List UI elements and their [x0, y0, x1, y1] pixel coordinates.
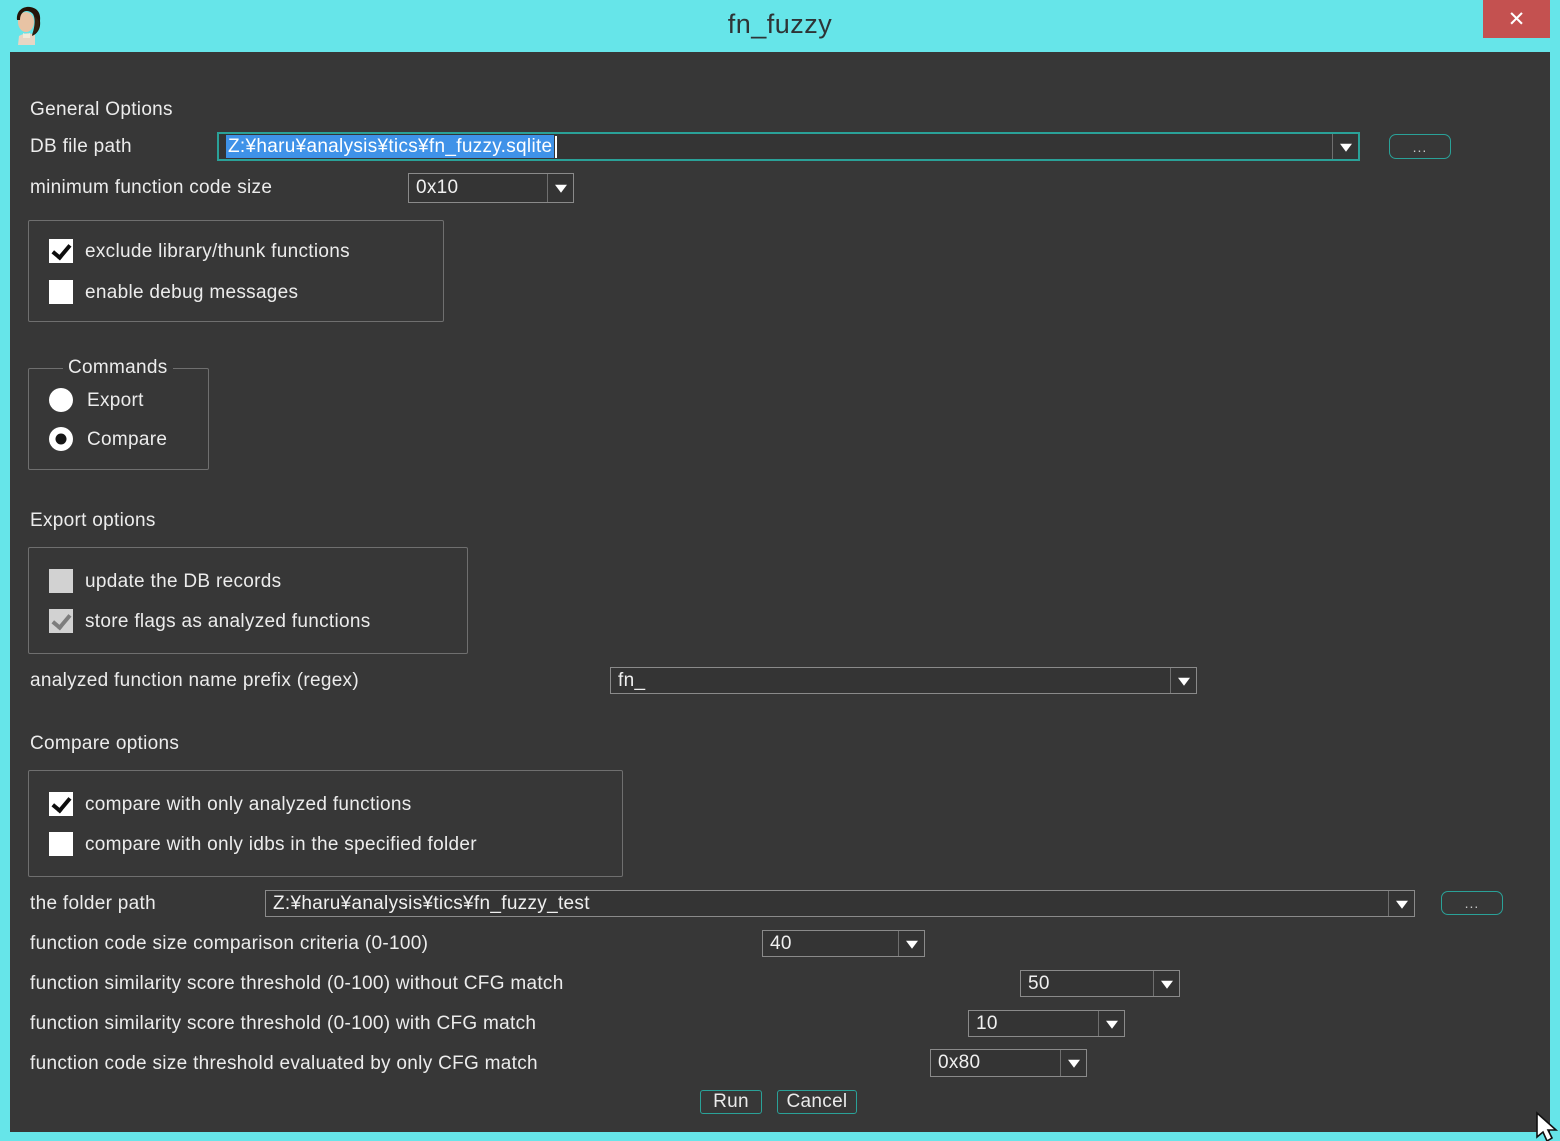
store-flags-label[interactable]: store flags as analyzed functions — [85, 611, 371, 633]
export-radio-label[interactable]: Export — [87, 390, 144, 412]
compare-radio-label[interactable]: Compare — [87, 429, 167, 451]
export-options-heading: Export options — [30, 510, 156, 532]
compare-analyzed-checkbox[interactable] — [49, 792, 73, 816]
general-checkbox-group: exclude library/thunk functions enable d… — [28, 220, 444, 322]
general-options-heading: General Options — [30, 99, 173, 121]
db-file-path-value: Z:¥haru¥analysis¥tics¥fn_fuzzy.sqlite — [226, 135, 554, 158]
db-file-browse-button[interactable]: ... — [1389, 134, 1451, 159]
compare-options-heading: Compare options — [30, 733, 179, 755]
dropdown-arrow-icon[interactable] — [1170, 668, 1196, 693]
text-caret — [555, 135, 557, 157]
criteria-value: 40 — [770, 933, 792, 955]
compare-analyzed-label[interactable]: compare with only analyzed functions — [85, 794, 412, 816]
folder-browse-button[interactable]: ... — [1441, 891, 1503, 915]
dropdown-arrow-icon[interactable] — [1332, 134, 1358, 159]
min-code-size-combobox[interactable]: 0x10 — [408, 173, 574, 203]
dialog-body: General Options DB file path Z:¥haru¥ana… — [10, 52, 1550, 1132]
window-title: fn_fuzzy — [0, 9, 1560, 40]
dropdown-arrow-icon[interactable] — [547, 174, 573, 202]
run-button[interactable]: Run — [700, 1090, 762, 1114]
criteria-label: function code size comparison criteria (… — [30, 933, 428, 955]
dropdown-arrow-icon[interactable] — [898, 931, 924, 956]
folder-path-value: Z:¥haru¥analysis¥tics¥fn_fuzzy_test — [273, 893, 590, 915]
sim-without-cfg-value: 50 — [1028, 973, 1050, 995]
criteria-combobox[interactable]: 40 — [762, 930, 925, 957]
folder-path-combobox[interactable]: Z:¥haru¥analysis¥tics¥fn_fuzzy_test — [265, 890, 1415, 917]
sim-without-cfg-label: function similarity score threshold (0-1… — [30, 973, 564, 995]
size-cfg-only-combobox[interactable]: 0x80 — [930, 1049, 1087, 1077]
sim-with-cfg-value: 10 — [976, 1013, 998, 1035]
update-db-records-checkbox[interactable] — [49, 569, 73, 593]
commands-group: Commands Export Compare — [28, 368, 209, 470]
close-button[interactable]: ✕ — [1483, 0, 1550, 38]
dropdown-arrow-icon[interactable] — [1060, 1050, 1086, 1076]
commands-legend: Commands — [63, 357, 173, 379]
db-file-path-label: DB file path — [30, 136, 132, 158]
close-icon: ✕ — [1508, 7, 1526, 32]
sim-with-cfg-label: function similarity score threshold (0-1… — [30, 1013, 536, 1035]
size-cfg-only-label: function code size threshold evaluated b… — [30, 1053, 538, 1075]
compare-checkbox-group: compare with only analyzed functions com… — [28, 770, 623, 877]
cursor-icon — [1531, 1111, 1560, 1141]
sim-without-cfg-combobox[interactable]: 50 — [1020, 970, 1180, 997]
enable-debug-label[interactable]: enable debug messages — [85, 282, 298, 304]
dropdown-arrow-icon[interactable] — [1098, 1011, 1124, 1036]
store-flags-checkbox[interactable] — [49, 609, 73, 633]
prefix-value: fn_ — [618, 670, 645, 692]
min-code-size-value: 0x10 — [416, 177, 458, 199]
size-cfg-only-value: 0x80 — [938, 1052, 980, 1074]
compare-radio[interactable] — [49, 427, 73, 451]
exclude-library-checkbox[interactable] — [49, 239, 73, 263]
compare-idbs-label[interactable]: compare with only idbs in the specified … — [85, 834, 477, 856]
enable-debug-checkbox[interactable] — [49, 280, 73, 304]
exclude-library-label[interactable]: exclude library/thunk functions — [85, 241, 350, 263]
folder-path-label: the folder path — [30, 893, 156, 915]
titlebar: fn_fuzzy ✕ — [0, 0, 1560, 52]
export-radio[interactable] — [49, 388, 73, 412]
export-checkbox-group: update the DB records store flags as ana… — [28, 547, 468, 654]
prefix-label: analyzed function name prefix (regex) — [30, 670, 359, 692]
min-code-size-label: minimum function code size — [30, 177, 272, 199]
dropdown-arrow-icon[interactable] — [1153, 971, 1179, 996]
cancel-button[interactable]: Cancel — [777, 1090, 857, 1114]
compare-idbs-checkbox[interactable] — [49, 832, 73, 856]
prefix-combobox[interactable]: fn_ — [610, 667, 1197, 694]
sim-with-cfg-combobox[interactable]: 10 — [968, 1010, 1125, 1037]
update-db-records-label[interactable]: update the DB records — [85, 571, 281, 593]
dropdown-arrow-icon[interactable] — [1388, 891, 1414, 916]
db-file-path-combobox[interactable]: Z:¥haru¥analysis¥tics¥fn_fuzzy.sqlite — [217, 132, 1360, 161]
